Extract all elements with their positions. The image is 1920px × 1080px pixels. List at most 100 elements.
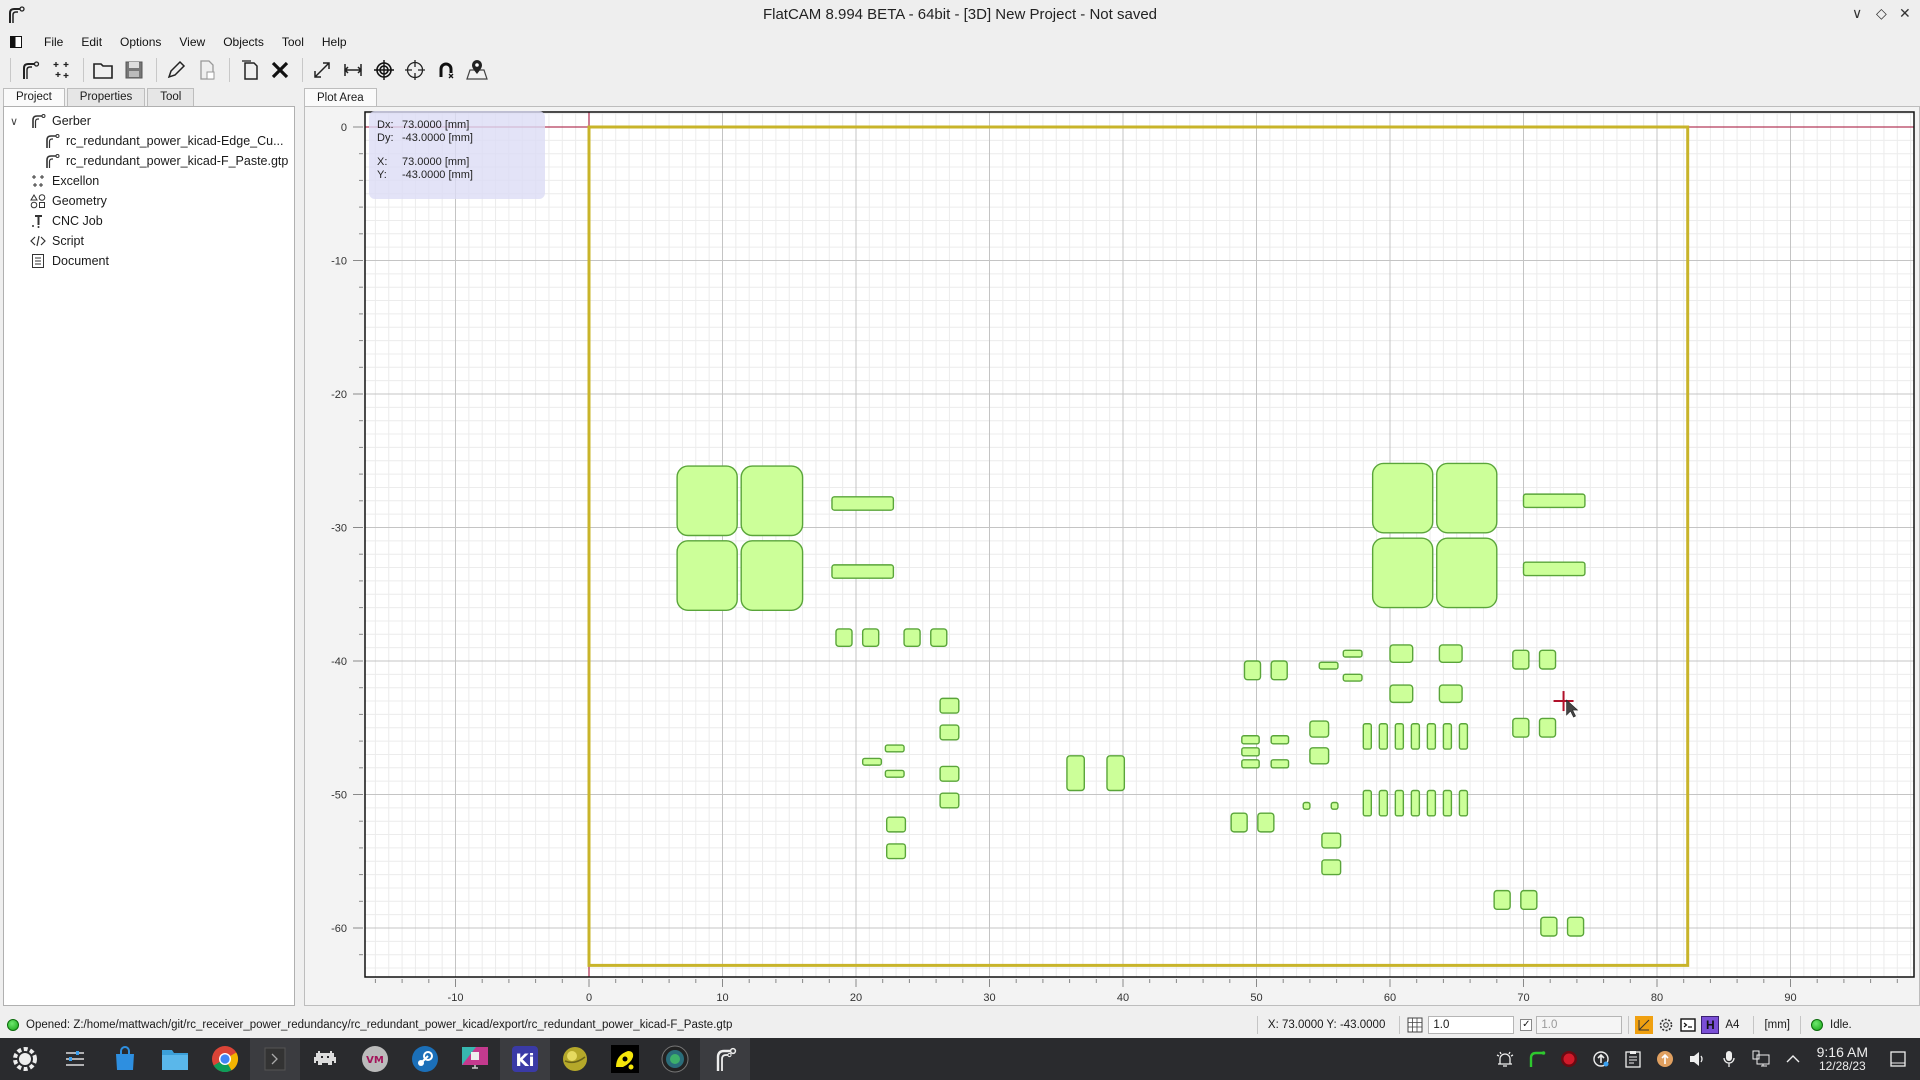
taskbar-kicad[interactable]: Ki xyxy=(500,1038,550,1080)
copy-button[interactable] xyxy=(235,56,263,84)
tree-item-script[interactable]: Script xyxy=(4,231,294,251)
shell-toggle-button[interactable] xyxy=(1679,1016,1697,1034)
status-separator xyxy=(1399,1016,1401,1034)
grid-snap-toggle[interactable] xyxy=(1406,1016,1424,1034)
taskbar-discover[interactable] xyxy=(100,1038,150,1080)
taskbar-flatcam[interactable] xyxy=(700,1038,750,1080)
save-edit-button[interactable] xyxy=(193,56,221,84)
minimize-button[interactable]: ∨ xyxy=(1852,5,1862,22)
taskbar-app-launcher[interactable] xyxy=(0,1038,50,1080)
tree-item-geometry[interactable]: Geometry xyxy=(4,191,294,211)
menu-view[interactable]: View xyxy=(179,35,205,49)
taskbar-inkscape-like[interactable] xyxy=(600,1038,650,1080)
panel-toggle-icon[interactable] xyxy=(10,36,22,48)
jump-to-button[interactable] xyxy=(432,56,460,84)
paste-pad xyxy=(740,540,804,611)
tray-expand[interactable] xyxy=(1777,1038,1809,1080)
toolbar-separator xyxy=(83,58,84,82)
taskbar-file-manager[interactable] xyxy=(150,1038,200,1080)
tab-tool[interactable]: Tool xyxy=(147,88,195,106)
tray-clipboard[interactable] xyxy=(1617,1038,1649,1080)
taskbar-retro-games[interactable] xyxy=(300,1038,350,1080)
menu-options[interactable]: Options xyxy=(120,35,161,49)
tab-project[interactable]: Project xyxy=(3,88,65,106)
menu-tool[interactable]: Tool xyxy=(282,35,304,49)
tray-updates[interactable] xyxy=(1585,1038,1617,1080)
tray-volume[interactable] xyxy=(1681,1038,1713,1080)
folder-icon xyxy=(93,63,113,79)
tree-item-label: Script xyxy=(52,234,84,248)
notebook-tabs: Project Properties Tool xyxy=(0,88,300,106)
flatcam-icon xyxy=(716,1047,737,1071)
menu-help[interactable]: Help xyxy=(322,35,347,49)
project-tree[interactable]: ∨ Gerber rc_redundant_power_kicad-Edge_C… xyxy=(3,106,295,1006)
edit-button[interactable] xyxy=(162,56,190,84)
paste-pad xyxy=(1230,812,1248,833)
save-project-button[interactable] xyxy=(120,56,148,84)
grid-x-field[interactable]: 1.0 xyxy=(1428,1016,1515,1034)
paste-pad xyxy=(1318,661,1339,670)
tray-recorder[interactable] xyxy=(1553,1038,1585,1080)
open-project-button[interactable] xyxy=(89,56,117,84)
paste-pad xyxy=(1270,660,1288,681)
tree-item-gerber[interactable]: ∨ Gerber xyxy=(4,111,294,131)
paste-pad xyxy=(861,628,880,648)
grid-lock-checkbox[interactable]: ✓ xyxy=(1520,1019,1533,1031)
chevron-down-icon[interactable]: ∨ xyxy=(10,115,24,128)
menu-edit[interactable]: Edit xyxy=(81,35,102,49)
taskbar-chrome[interactable] xyxy=(200,1038,250,1080)
tree-item-gerber-edge-cuts[interactable]: rc_redundant_power_kicad-Edge_Cu... xyxy=(4,131,294,151)
zoom-fit-button[interactable] xyxy=(308,56,336,84)
tray-update-notifier[interactable] xyxy=(1649,1038,1681,1080)
menu-objects[interactable]: Objects xyxy=(223,35,264,49)
tray-clock[interactable]: 9:16 AM 12/28/23 xyxy=(1817,1045,1868,1073)
taskbar-system-settings[interactable] xyxy=(50,1038,100,1080)
microphone-icon xyxy=(1722,1051,1735,1067)
tray-network[interactable] xyxy=(1745,1038,1777,1080)
distance-tool-button[interactable] xyxy=(339,56,367,84)
plot-canvas-frame[interactable]: -10 0 10 20 30 40 50 60 70 80 90 0 -10 -20 -30 -40 -50 -6… xyxy=(304,106,1920,1006)
paste-pad xyxy=(1522,561,1586,577)
open-excellon-button[interactable] xyxy=(47,56,75,84)
tray-flatcam[interactable] xyxy=(1521,1038,1553,1080)
delete-button[interactable] xyxy=(266,56,294,84)
tab-plot-area[interactable]: Plot Area xyxy=(304,88,377,106)
page-size-label[interactable]: A4 xyxy=(1725,1019,1739,1031)
close-window-button[interactable]: ✕ xyxy=(1899,5,1911,22)
taskbar-vmware[interactable]: VM xyxy=(350,1038,400,1080)
grid-y-field[interactable]: 1.0 xyxy=(1536,1016,1623,1034)
taskbar-camera[interactable] xyxy=(650,1038,700,1080)
paste-pad xyxy=(884,744,905,753)
plot-canvas[interactable]: -10 0 10 20 30 40 50 60 70 80 90 0 -10 -20 -30 -40 -50 -6… xyxy=(305,107,1919,1005)
taskbar-3d-viewer[interactable] xyxy=(550,1038,600,1080)
taskbar-terminal[interactable] xyxy=(250,1038,300,1080)
move-to-origin-button[interactable] xyxy=(401,56,429,84)
x-tick-label: 90 xyxy=(1784,992,1796,1004)
taskbar-steam[interactable] xyxy=(400,1038,450,1080)
paste-pad xyxy=(831,564,895,579)
svg-text:Ki: Ki xyxy=(515,1051,534,1071)
status-separator xyxy=(1753,1016,1755,1034)
paste-pad xyxy=(1426,789,1437,817)
status-separator xyxy=(1800,1016,1801,1034)
hud-toggle-button[interactable]: H xyxy=(1701,1016,1720,1034)
tree-item-cnc-job[interactable]: CNC Job xyxy=(4,211,294,231)
tree-item-gerber-f-paste[interactable]: rc_redundant_power_kicad-F_Paste.gtp xyxy=(4,151,294,171)
menu-file[interactable]: File xyxy=(44,35,63,49)
axis-toggle-button[interactable] xyxy=(1635,1016,1654,1034)
tray-microphone[interactable] xyxy=(1713,1038,1745,1080)
tab-properties[interactable]: Properties xyxy=(66,88,146,106)
sphere-3d-icon xyxy=(563,1047,587,1071)
paste-pad xyxy=(1106,755,1126,792)
open-gerber-button[interactable] xyxy=(16,56,44,84)
locate-button[interactable] xyxy=(463,56,491,84)
units-label[interactable]: [mm] xyxy=(1764,1019,1790,1031)
tree-item-excellon[interactable]: Excellon xyxy=(4,171,294,191)
tray-notifications[interactable] xyxy=(1489,1038,1521,1080)
preferences-button[interactable] xyxy=(1657,1016,1675,1034)
tree-item-document[interactable]: Document xyxy=(4,251,294,271)
taskbar-screenshot-tool[interactable] xyxy=(450,1038,500,1080)
show-desktop-button[interactable] xyxy=(1882,1038,1914,1080)
set-origin-button[interactable] xyxy=(370,56,398,84)
maximize-button[interactable]: ◇ xyxy=(1876,5,1887,22)
